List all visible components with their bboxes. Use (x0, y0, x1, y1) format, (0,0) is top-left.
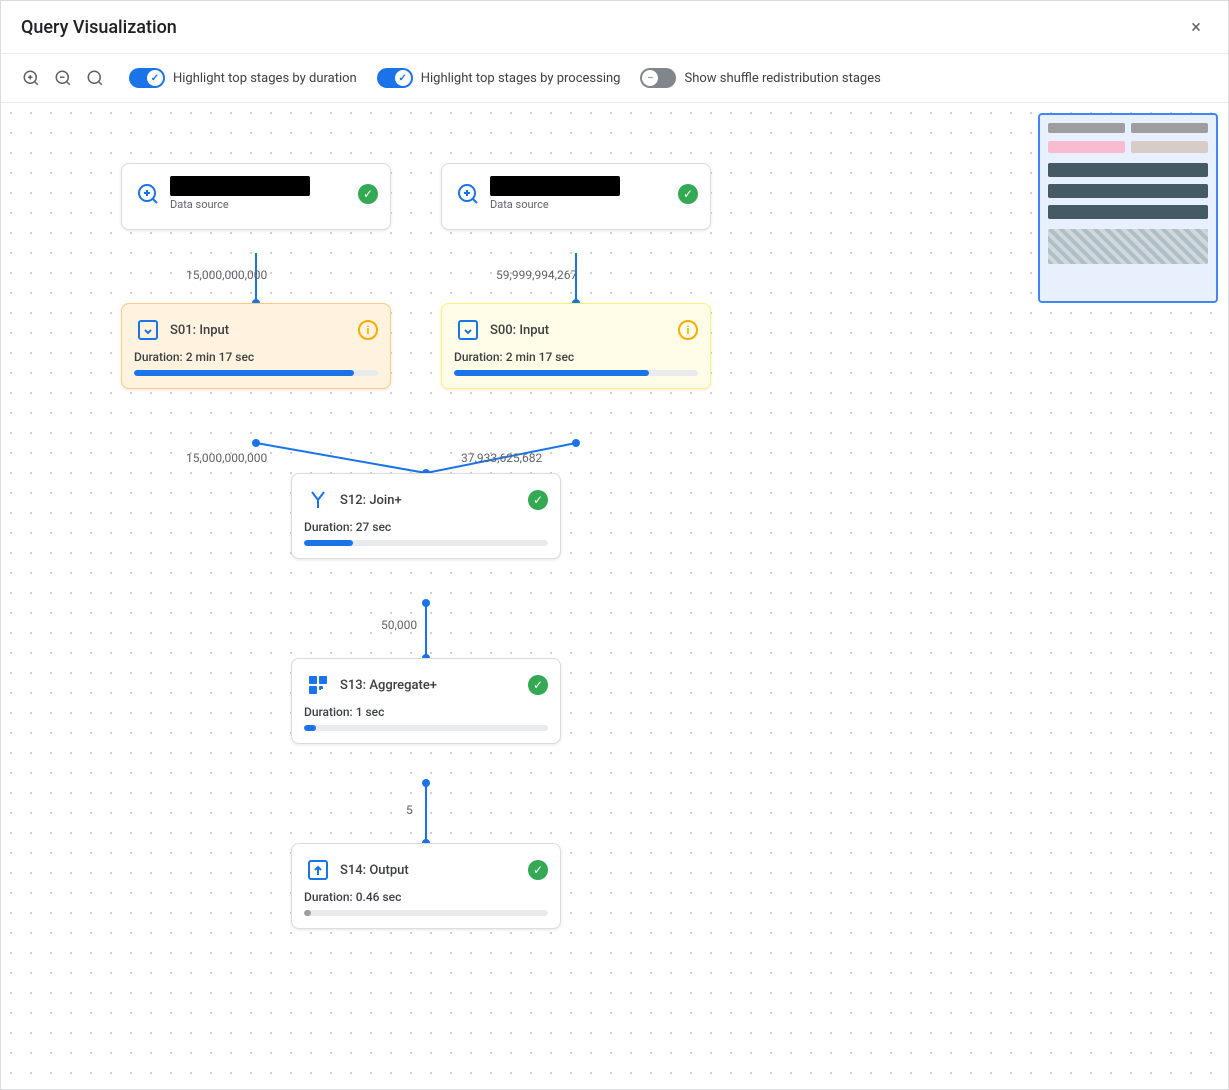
toggle-processing-knob: ✓ (395, 70, 411, 86)
datasource-right-type: Data source (490, 198, 670, 211)
toggle-processing-label: Highlight top stages by processing (421, 71, 621, 86)
s13-node[interactable]: S13: Aggregate+ ✓ Duration: 1 sec (291, 658, 561, 744)
s12-join-icon (304, 486, 332, 514)
s00-header: S00: Input i (454, 316, 698, 344)
s01-progress-container (134, 370, 378, 376)
s01-duration: Duration: 2 min 17 sec (134, 350, 378, 364)
count-s12: 50,000 (381, 618, 417, 632)
s12-progress-container (304, 540, 548, 546)
datasource-left-icon (134, 180, 162, 208)
minimap-tan (1131, 141, 1208, 153)
toggle-duration-label: Highlight top stages by duration (173, 71, 357, 86)
minimap-block-1 (1048, 123, 1125, 133)
count-ds-left: 15,000,000,000 (186, 268, 267, 282)
minimap-second-row (1048, 141, 1208, 153)
s01-info-icon[interactable]: i (358, 320, 378, 340)
toggle-processing-switch[interactable]: ✓ (377, 68, 413, 88)
s12-header: S12: Join+ ✓ (304, 486, 548, 514)
minimap[interactable] (1038, 113, 1218, 303)
s01-progress-bar (134, 370, 354, 376)
s13-title: S13: Aggregate+ (340, 678, 520, 693)
minimap-bar2 (1048, 184, 1208, 198)
toggle-duration: ✓ Highlight top stages by duration (129, 68, 357, 88)
s00-progress-bar (454, 370, 649, 376)
zoom-controls (17, 64, 109, 92)
count-s00: 37,933,625,682 (461, 451, 542, 465)
toggle-duration-switch[interactable]: ✓ (129, 68, 165, 88)
minimap-block-2 (1131, 123, 1208, 133)
s00-info-icon[interactable]: i (678, 320, 698, 340)
s13-status: ✓ (528, 675, 548, 695)
toggle-shuffle: − Show shuffle redistribution stages (640, 68, 880, 88)
toggle-shuffle-switch[interactable]: − (640, 68, 676, 88)
count-s13: 5 (406, 803, 413, 817)
s13-progress-container (304, 725, 548, 731)
s12-title: S12: Join+ (340, 493, 520, 508)
s00-progress-container (454, 370, 698, 376)
s00-title: S00: Input (490, 323, 670, 338)
s13-progress-bar (304, 725, 316, 731)
minimap-stripe (1048, 229, 1208, 264)
s12-duration: Duration: 27 sec (304, 520, 548, 534)
zoom-reset-button[interactable] (81, 64, 109, 92)
s12-node[interactable]: S12: Join+ ✓ Duration: 27 sec (291, 473, 561, 559)
toggle-check-icon: ✓ (151, 73, 159, 84)
datasource-right-header: Data source ✓ (454, 176, 698, 211)
s12-status: ✓ (528, 490, 548, 510)
s14-header: S14: Output ✓ (304, 856, 548, 884)
toggle-duration-knob: ✓ (147, 70, 163, 86)
datasource-left-node[interactable]: Data source ✓ (121, 163, 391, 230)
toggle-processing-check-icon: ✓ (399, 73, 407, 84)
datasource-right-icon (454, 180, 482, 208)
toggle-shuffle-knob: − (642, 70, 658, 86)
count-ds-right: 59,999,994,267 (496, 268, 577, 282)
close-button[interactable]: × (1184, 15, 1208, 39)
zoom-out-button[interactable] (49, 64, 77, 92)
s00-duration: Duration: 2 min 17 sec (454, 350, 698, 364)
canvas-area: 15,000,000,000 59,999,994,267 15,000,000… (1, 103, 1228, 1089)
zoom-in-button[interactable] (17, 64, 45, 92)
s00-node[interactable]: S00: Input i Duration: 2 min 17 sec (441, 303, 711, 389)
toggle-shuffle-minus-icon: − (647, 71, 654, 85)
s13-agg-icon (304, 671, 332, 699)
minimap-bar3 (1048, 205, 1208, 219)
s14-progress-container (304, 910, 548, 916)
s14-duration: Duration: 0.46 sec (304, 890, 548, 904)
minimap-bar1 (1048, 163, 1208, 177)
query-visualization-window: Query Visualization × (0, 0, 1229, 1090)
s13-duration: Duration: 1 sec (304, 705, 548, 719)
datasource-left-redacted (170, 176, 310, 196)
s14-node[interactable]: S14: Output ✓ Duration: 0.46 sec (291, 843, 561, 929)
s13-header: S13: Aggregate+ ✓ (304, 671, 548, 699)
s01-header: S01: Input i (134, 316, 378, 344)
toggle-shuffle-label: Show shuffle redistribution stages (684, 71, 880, 86)
s12-progress-bar (304, 540, 353, 546)
toolbar: ✓ Highlight top stages by duration ✓ Hig… (1, 54, 1228, 103)
toggle-processing: ✓ Highlight top stages by processing (377, 68, 621, 88)
count-s01: 15,000,000,000 (186, 451, 267, 465)
s14-progress-bar (304, 910, 311, 916)
s01-node[interactable]: S01: Input i Duration: 2 min 17 sec (121, 303, 391, 389)
datasource-left-type: Data source (170, 198, 350, 211)
s01-title: S01: Input (170, 323, 350, 338)
s14-title: S14: Output (340, 863, 520, 878)
s14-output-icon (304, 856, 332, 884)
title-bar: Query Visualization × (1, 1, 1228, 54)
datasource-right-redacted (490, 176, 620, 196)
window-title: Query Visualization (21, 17, 177, 38)
datasource-left-header: Data source ✓ (134, 176, 378, 211)
minimap-top (1048, 123, 1208, 133)
datasource-right-node[interactable]: Data source ✓ (441, 163, 711, 230)
s01-icon (134, 316, 162, 344)
s14-status: ✓ (528, 860, 548, 880)
datasource-left-status: ✓ (358, 184, 378, 204)
s00-icon (454, 316, 482, 344)
datasource-right-status: ✓ (678, 184, 698, 204)
minimap-pink (1048, 141, 1125, 153)
